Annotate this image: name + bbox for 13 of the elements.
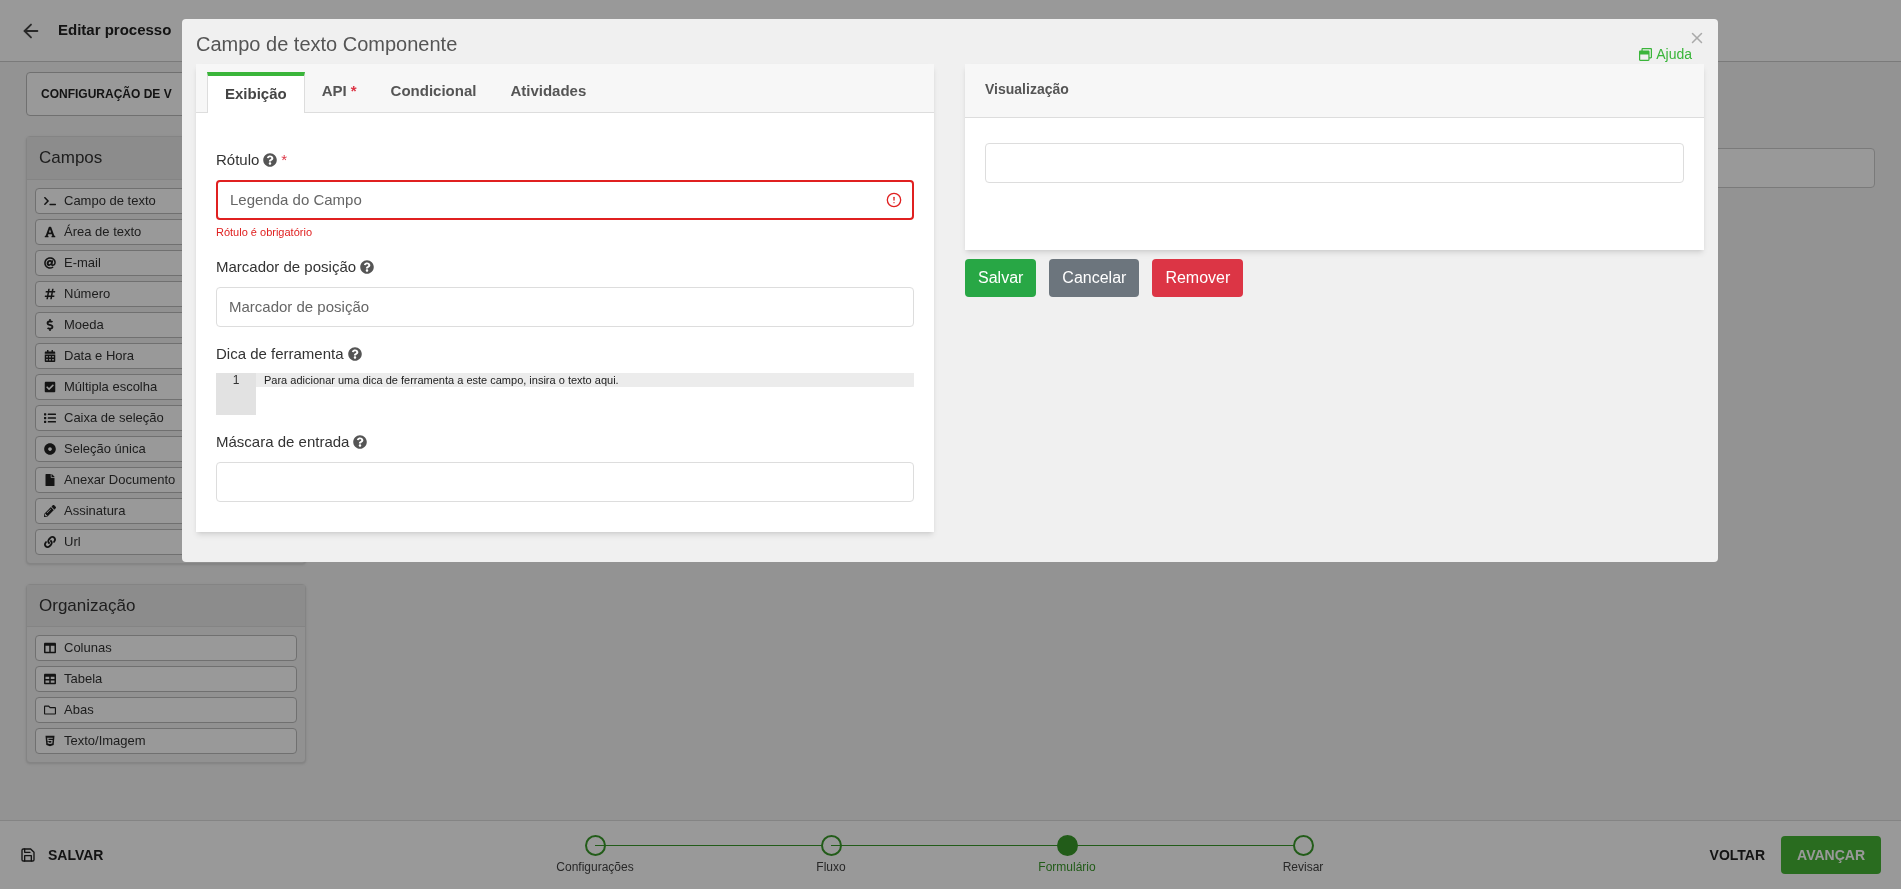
modal-title: Campo de texto Componente [196, 32, 458, 57]
step-label: Formulário [1038, 858, 1096, 876]
step-label: Revisar [1282, 858, 1324, 876]
step-label: Fluxo [816, 858, 846, 876]
required-mark: * [350, 81, 357, 102]
panel-title: Campos [39, 148, 103, 167]
line-number: 1 [232, 373, 240, 387]
page-title: Editar processo [58, 20, 172, 41]
step-label: Configurações [556, 858, 634, 876]
required-mark: * [281, 150, 288, 170]
field-label: Rótulo [216, 150, 260, 170]
panel-title: Organização [39, 595, 136, 615]
preview-title: Visualização [985, 81, 1069, 97]
